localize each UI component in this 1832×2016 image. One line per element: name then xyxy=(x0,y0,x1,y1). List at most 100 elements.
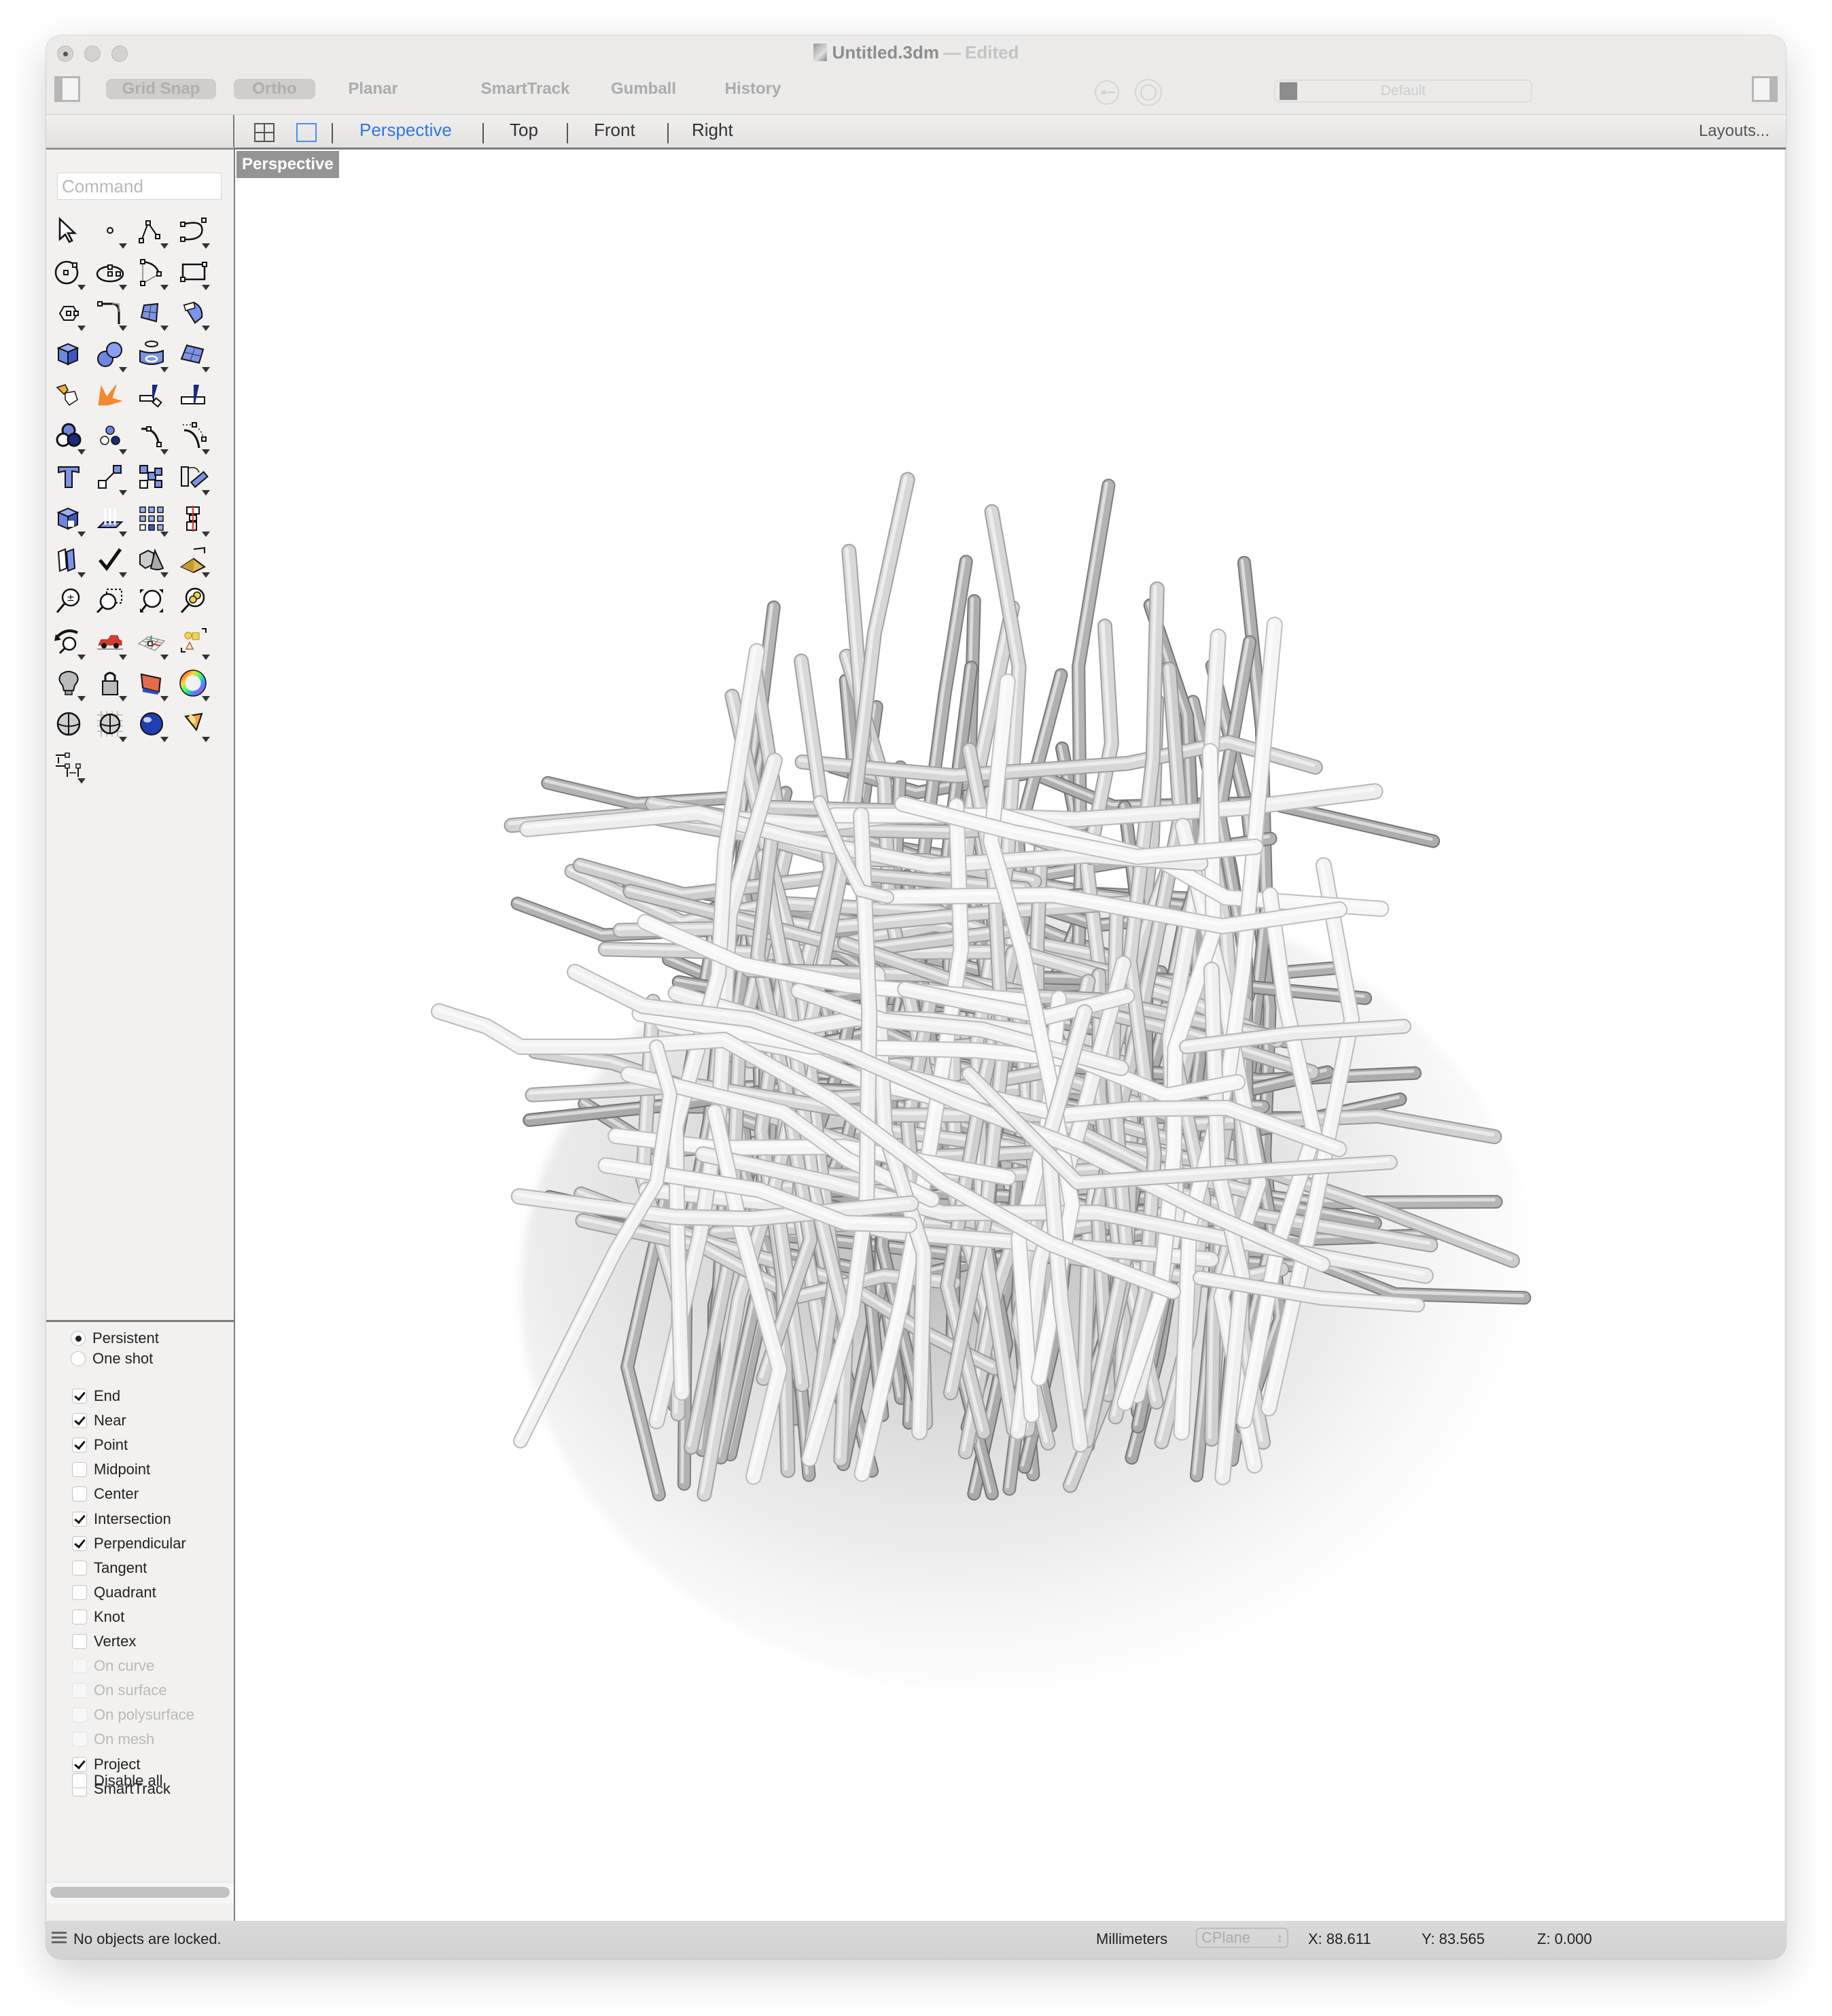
grid-snap-button[interactable]: Grid Snap xyxy=(106,79,216,99)
flyout-caret-icon[interactable] xyxy=(77,326,86,331)
osnap-midpoint[interactable]: Midpoint xyxy=(72,1459,150,1480)
shaded-sphere-tool[interactable] xyxy=(50,706,87,742)
radio-selected[interactable] xyxy=(71,1331,86,1346)
lock-tool[interactable] xyxy=(92,665,128,701)
array-grid-tool[interactable] xyxy=(133,500,170,537)
fillet-curve-tool[interactable] xyxy=(92,294,128,331)
grid-sphere-tool[interactable] xyxy=(92,706,128,742)
flyout-caret-icon[interactable] xyxy=(160,449,169,455)
render-car-tool[interactable] xyxy=(92,623,128,660)
flyout-caret-icon[interactable] xyxy=(119,572,127,578)
arc-tool[interactable] xyxy=(133,254,170,290)
rendered-sphere-tool[interactable] xyxy=(133,706,170,742)
checkbox[interactable] xyxy=(72,1609,87,1624)
join-puzzle-tool[interactable] xyxy=(50,377,87,413)
split-tool[interactable] xyxy=(175,377,211,413)
history-button[interactable]: History xyxy=(712,79,794,99)
layer-selector[interactable]: Default xyxy=(1274,80,1532,103)
flyout-caret-icon[interactable] xyxy=(119,366,127,372)
flyout-caret-icon[interactable] xyxy=(160,737,169,742)
sphere-union-tool[interactable] xyxy=(92,336,128,372)
osnap-mode-persistent[interactable]: Persistent xyxy=(71,1329,159,1348)
zoom-selected-tool[interactable] xyxy=(175,583,211,619)
checkbox[interactable] xyxy=(72,1634,87,1649)
flyout-caret-icon[interactable] xyxy=(160,531,169,537)
flyout-caret-icon[interactable] xyxy=(77,284,86,290)
flyout-caret-icon[interactable] xyxy=(202,326,210,331)
cage-edit-tool[interactable] xyxy=(175,541,211,578)
curve-offset-tool[interactable] xyxy=(133,418,170,455)
planar-button[interactable]: Planar xyxy=(336,79,410,99)
four-viewports-icon[interactable] xyxy=(254,123,275,142)
perspective-viewport[interactable]: Perspective xyxy=(235,150,1784,1921)
extrude-normals-tool[interactable] xyxy=(92,500,128,537)
osnap-center[interactable]: Center xyxy=(72,1484,139,1504)
smarttrack-button[interactable]: SmartTrack xyxy=(468,79,583,99)
polyline-tool[interactable] xyxy=(133,212,170,249)
osnap-point[interactable]: Point xyxy=(72,1435,128,1455)
flyout-caret-icon[interactable] xyxy=(202,655,210,660)
osnap-knot[interactable]: Knot xyxy=(72,1607,124,1627)
checkbox[interactable] xyxy=(72,1438,87,1453)
analyze-draft-tool[interactable] xyxy=(50,541,87,578)
flyout-caret-icon[interactable] xyxy=(119,243,127,249)
viewport-label[interactable]: Perspective xyxy=(236,151,339,178)
color-wheel-tool[interactable] xyxy=(175,665,211,701)
materials-tool[interactable] xyxy=(133,665,170,701)
sidebar-scrollbar[interactable] xyxy=(50,1887,230,1898)
dimension-tool[interactable] xyxy=(50,747,87,784)
checkbox[interactable] xyxy=(72,1462,87,1478)
units-label[interactable]: Millimeters xyxy=(1096,1930,1167,1948)
surface-network-tool[interactable] xyxy=(175,336,211,372)
solid-edit-tool[interactable] xyxy=(50,500,87,537)
curve-extend-tool[interactable] xyxy=(175,418,211,455)
flyout-caret-icon[interactable] xyxy=(119,449,127,455)
flyout-caret-icon[interactable] xyxy=(77,449,86,455)
flyout-caret-icon[interactable] xyxy=(77,778,86,784)
rectangle-tool[interactable] xyxy=(175,254,211,290)
record-history-icon[interactable] xyxy=(1135,79,1162,106)
surface-from-points-tool[interactable] xyxy=(133,294,170,331)
tab-perspective[interactable]: Perspective xyxy=(359,120,452,141)
boolean-union-tool[interactable] xyxy=(50,418,87,455)
flyout-caret-icon[interactable] xyxy=(160,243,169,249)
mirror-tool[interactable] xyxy=(175,500,211,537)
osnap-quadrant[interactable]: Quadrant xyxy=(72,1582,156,1603)
box-tool[interactable] xyxy=(50,336,87,372)
osnap-vertex[interactable]: Vertex xyxy=(72,1631,136,1652)
osnap-disable-all[interactable]: Disable all xyxy=(72,1771,163,1791)
extrude-surface-tool[interactable] xyxy=(175,294,211,331)
ellipse-tool[interactable] xyxy=(92,254,128,290)
checkbox[interactable] xyxy=(72,1389,87,1404)
flyout-caret-icon[interactable] xyxy=(160,572,169,578)
flyout-caret-icon[interactable] xyxy=(160,655,169,660)
flyout-caret-icon[interactable] xyxy=(119,490,127,496)
ortho-button[interactable]: Ortho xyxy=(234,79,315,99)
checkbox[interactable] xyxy=(72,1535,87,1551)
osnap-intersection[interactable]: Intersection xyxy=(72,1509,171,1529)
osnap-toggle-icon[interactable] xyxy=(1095,80,1119,105)
move-tool[interactable] xyxy=(92,459,128,496)
flyout-caret-icon[interactable] xyxy=(160,326,169,331)
zoom-in-out-tool[interactable]: ± xyxy=(50,583,87,619)
trim-tool[interactable] xyxy=(133,377,170,413)
explode-tool[interactable] xyxy=(92,377,128,413)
gumball-button[interactable]: Gumball xyxy=(599,79,688,99)
flyout-caret-icon[interactable] xyxy=(160,284,169,290)
cplane-tool[interactable] xyxy=(133,623,170,660)
flyout-caret-icon[interactable] xyxy=(119,737,127,742)
rotate-view-tool[interactable] xyxy=(50,623,87,660)
single-viewport-icon[interactable] xyxy=(296,123,317,142)
checkbox[interactable] xyxy=(72,1773,87,1788)
flyout-caret-icon[interactable] xyxy=(119,655,127,660)
flyout-caret-icon[interactable] xyxy=(202,490,210,496)
flyout-caret-icon[interactable] xyxy=(119,531,127,537)
flyout-caret-icon[interactable] xyxy=(202,366,210,372)
flyout-caret-icon[interactable] xyxy=(77,572,86,578)
zoom-window-tool[interactable] xyxy=(92,583,128,619)
boolean-split-tool[interactable] xyxy=(92,418,128,455)
flyout-caret-icon[interactable] xyxy=(160,366,169,372)
osnap-mode-one-shot[interactable]: One shot xyxy=(71,1349,153,1368)
flyout-caret-icon[interactable] xyxy=(202,572,210,578)
layouts-button[interactable]: Layouts... xyxy=(1699,122,1769,141)
